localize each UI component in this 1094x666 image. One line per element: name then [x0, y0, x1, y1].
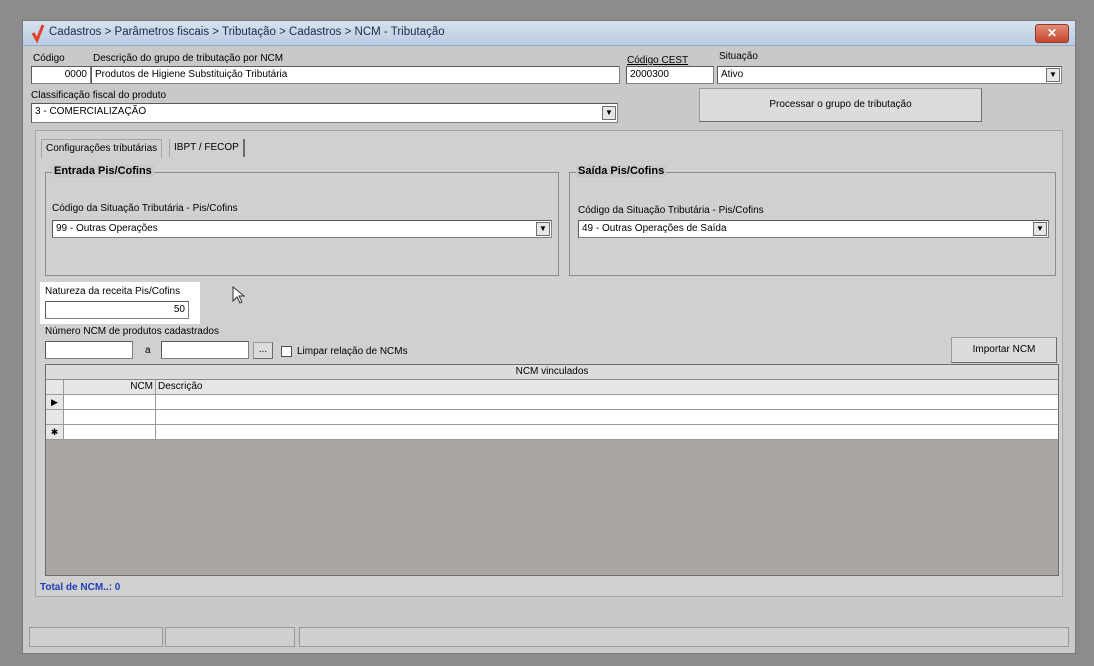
- cest-field[interactable]: 2000300: [626, 66, 714, 84]
- new-row-asterisk-icon: ✱: [46, 425, 64, 439]
- importar-ncm-button[interactable]: Importar NCM: [951, 337, 1057, 363]
- window-title: Cadastros > Parâmetros fiscais > Tributa…: [49, 26, 445, 38]
- tab-configuracoes[interactable]: Configurações tributárias: [41, 139, 163, 158]
- table-row-new[interactable]: ✱: [46, 425, 1058, 440]
- saida-title: Saída Pis/Cofins: [576, 165, 667, 177]
- entrada-groupbox: Entrada Pis/Cofins Código da Situação Tr…: [45, 165, 559, 276]
- status-cell-2: [165, 627, 295, 647]
- footer-bar: Total de NCM..: 0: [35, 580, 1063, 597]
- saida-cst-value: 49 - Outras Operações de Saída: [582, 223, 727, 234]
- entrada-title: Entrada Pis/Cofins: [52, 165, 154, 177]
- ncm-grid: NCM vinculados NCM Descrição ▶ ✱: [45, 364, 1059, 576]
- tab-ibpt-fecop[interactable]: IBPT / FECOP: [169, 139, 245, 157]
- ncm-range-separator: a: [145, 345, 151, 356]
- grid-header-row: NCM Descrição: [46, 380, 1058, 395]
- limpar-label: Limpar relação de NCMs: [297, 346, 408, 357]
- row-indicator-header: [46, 380, 64, 394]
- browse-ncm-button[interactable]: ...: [253, 342, 273, 359]
- situacao-select[interactable]: Ativo ▼: [717, 66, 1062, 84]
- app-window: Cadastros > Parâmetros fiscais > Tributa…: [22, 20, 1076, 654]
- chevron-down-icon[interactable]: ▼: [1046, 68, 1060, 82]
- natureza-field[interactable]: 50: [45, 301, 189, 319]
- processar-button[interactable]: Processar o grupo de tributação: [699, 88, 982, 122]
- col-descricao-header[interactable]: Descrição: [156, 380, 1058, 394]
- codigo-label: Código: [33, 53, 65, 64]
- classificacao-select[interactable]: 3 - COMERCIALIZAÇÃO ▼: [31, 103, 618, 123]
- app-logo-icon: [31, 24, 45, 43]
- table-row[interactable]: [46, 410, 1058, 425]
- status-cell-3: [299, 627, 1069, 647]
- table-row[interactable]: ▶: [46, 395, 1058, 410]
- saida-cst-label: Código da Situação Tributária - Pis/Cofi…: [578, 205, 764, 216]
- title-bar: Cadastros > Parâmetros fiscais > Tributa…: [23, 21, 1075, 46]
- chevron-down-icon[interactable]: ▼: [602, 106, 616, 120]
- cursor-arrow-icon: [232, 286, 246, 304]
- cest-label: Código CEST: [627, 55, 689, 66]
- descricao-field[interactable]: Produtos de Higiene Substituição Tributá…: [91, 66, 620, 84]
- situacao-label: Situação: [719, 51, 758, 62]
- chevron-down-icon[interactable]: ▼: [1033, 222, 1047, 236]
- ncm-cell[interactable]: [64, 410, 156, 424]
- codigo-field[interactable]: 0000: [31, 66, 91, 84]
- grid-title: NCM vinculados: [46, 365, 1058, 380]
- ncm-to-field[interactable]: [161, 341, 249, 359]
- ncm-cell[interactable]: [64, 395, 156, 409]
- saida-cst-select[interactable]: 49 - Outras Operações de Saída ▼: [578, 220, 1049, 238]
- descricao-label: Descrição do grupo de tributação por NCM: [93, 53, 284, 64]
- col-ncm-header[interactable]: NCM: [64, 380, 156, 394]
- chevron-down-icon[interactable]: ▼: [536, 222, 550, 236]
- natureza-label: Natureza da receita Pis/Cofins: [45, 286, 181, 297]
- ncm-from-field[interactable]: [45, 341, 133, 359]
- row-indicator: [46, 410, 64, 424]
- close-button[interactable]: ✕: [1035, 24, 1069, 43]
- ncm-range-label: Número NCM de produtos cadastrados: [45, 326, 219, 337]
- situacao-value: Ativo: [721, 69, 744, 80]
- current-row-arrow-icon: ▶: [46, 395, 64, 409]
- saida-groupbox: Saída Pis/Cofins Código da Situação Trib…: [569, 165, 1056, 276]
- classificacao-label: Classificação fiscal do produto: [31, 90, 167, 101]
- total-ncm-text: Total de NCM..: 0: [40, 582, 121, 593]
- limpar-checkbox[interactable]: [281, 346, 292, 357]
- classificacao-value: 3 - COMERCIALIZAÇÃO: [35, 106, 147, 117]
- status-cell-1: [29, 627, 163, 647]
- entrada-cst-value: 99 - Outras Operações: [56, 223, 158, 234]
- entrada-cst-label: Código da Situação Tributária - Pis/Cofi…: [52, 203, 238, 214]
- ncm-cell[interactable]: [64, 425, 156, 439]
- entrada-cst-select[interactable]: 99 - Outras Operações ▼: [52, 220, 552, 238]
